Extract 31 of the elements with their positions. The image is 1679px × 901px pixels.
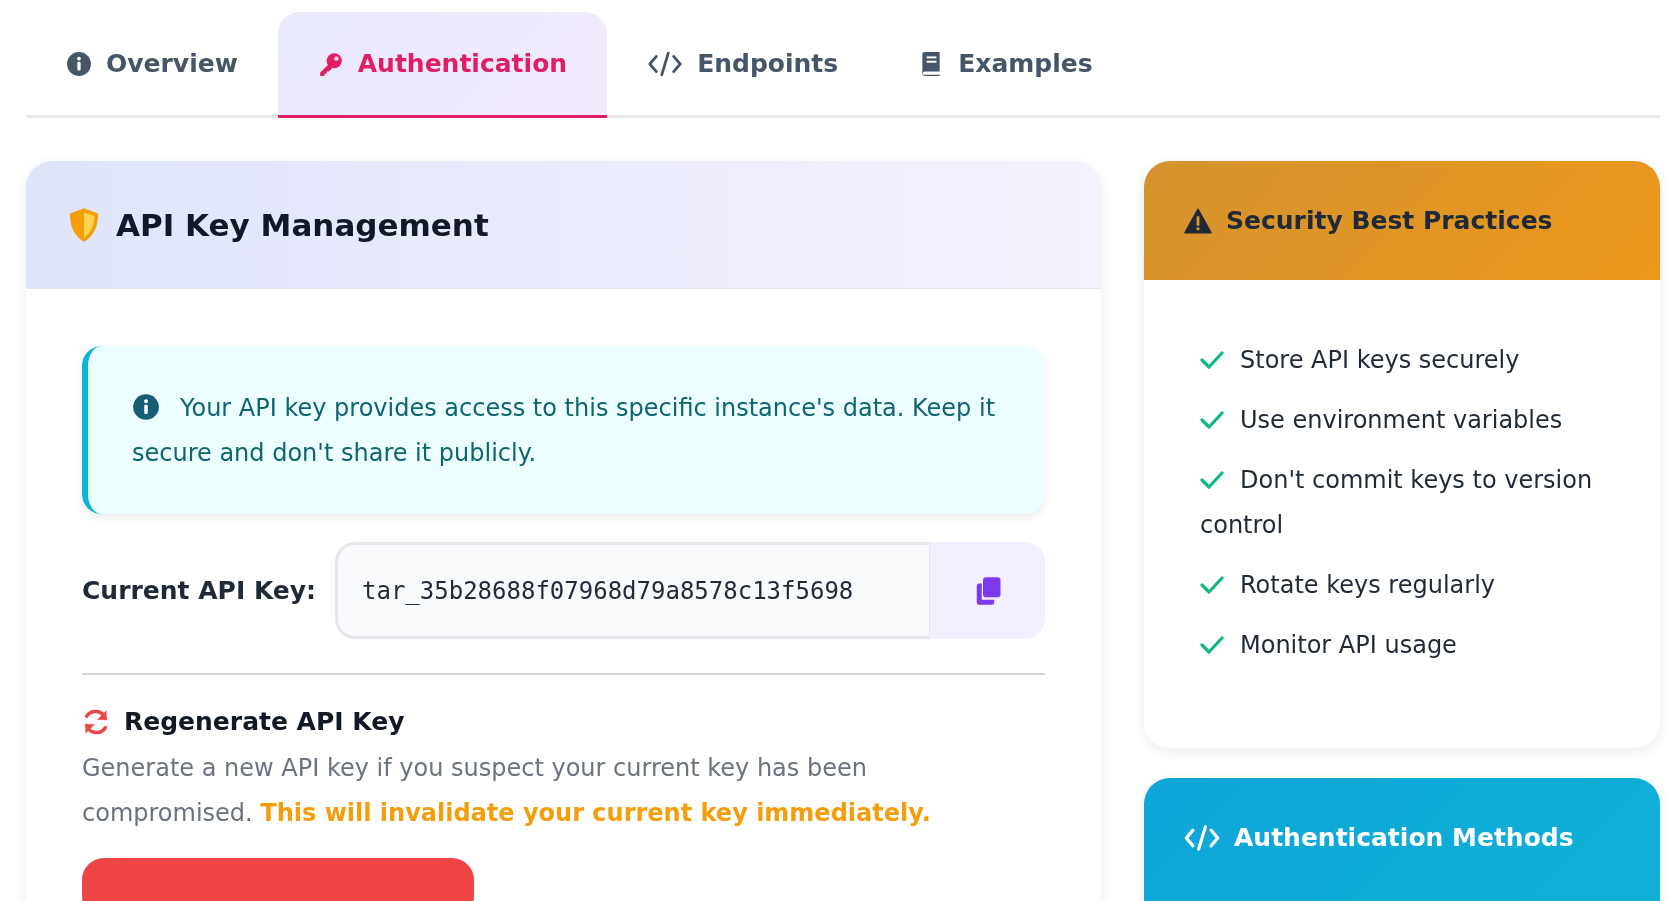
check-icon <box>1200 351 1224 369</box>
code-icon <box>647 50 684 77</box>
check-icon <box>1200 636 1224 654</box>
warning-icon <box>1184 207 1212 234</box>
field-label: Current API Key: <box>82 575 318 607</box>
tab[interactable]: Examples <box>878 12 1133 118</box>
api-key-field[interactable]: tar_35b28688f07968d79a8578c13f5698 <box>335 542 930 639</box>
check-icon <box>1200 411 1224 429</box>
shield-icon <box>68 206 100 243</box>
section-title: Regenerate API Key <box>124 707 405 736</box>
copy-button[interactable] <box>930 542 1045 639</box>
code-icon <box>1184 823 1220 852</box>
check-icon <box>1200 576 1224 594</box>
practice-item: Don't commit keys to version control <box>1200 465 1594 541</box>
tab[interactable]: Endpoints <box>607 12 879 118</box>
alert-text: Your API key provides access to this specific instance's data. Keep it secure and don't share it publicly. <box>132 392 997 469</box>
regenerate-description: Generate a new API key if you suspect your current key has been compromised. This will invalidate your current key immediately. <box>82 753 932 829</box>
key-icon <box>317 50 344 77</box>
practice-item: Use environment variables <box>1200 398 1620 443</box>
practice-item: Monitor API usage <box>1200 623 1620 668</box>
card-title: Security Best Practices <box>1226 206 1553 235</box>
practice-item: Rotate keys regularly <box>1200 563 1620 608</box>
card-title: Authentication Methods <box>1234 823 1574 852</box>
check-icon <box>1200 471 1224 489</box>
refresh-icon <box>82 707 110 736</box>
info-icon <box>66 50 92 77</box>
practice-item: Store API keys securely <box>1200 338 1620 383</box>
tab[interactable]: Authentication <box>277 12 608 118</box>
tab[interactable]: Overview <box>26 12 278 118</box>
card-title: API Key Management <box>116 206 489 243</box>
info-icon <box>132 393 160 421</box>
